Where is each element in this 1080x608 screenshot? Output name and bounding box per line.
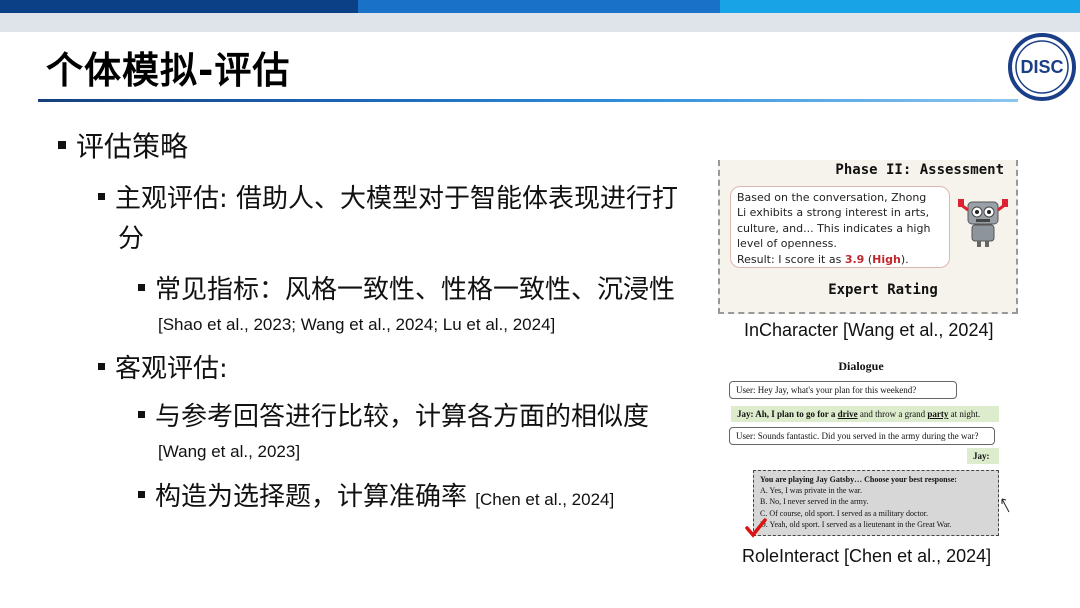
disc-logo: DISC	[1008, 33, 1076, 101]
incharacter-figure: Phase II: Assessment Based on the conver…	[718, 160, 1018, 314]
bullet-marker	[58, 141, 66, 149]
banner-segment-dark	[0, 0, 358, 13]
metrics-citation: [Shao et al., 2023; Wang et al., 2024; L…	[158, 315, 556, 334]
bullet-eval-strategy: 评估策略	[58, 130, 188, 164]
phase-heading: Phase II: Assessment	[835, 162, 1004, 178]
user-message-2: User: Sounds fantastic. Did you served i…	[729, 427, 995, 445]
choice-prompt: You are playing Jay Gatsby… Choose your …	[760, 475, 957, 484]
robot-icon	[958, 199, 1008, 247]
bullet-text: 客观评估:	[115, 354, 228, 384]
bubble-line: culture, and... This indicates a high	[737, 221, 931, 235]
keyword-drive: drive	[837, 409, 858, 419]
option-b: B. No, I never served in the army.	[760, 497, 869, 507]
slide-title: 个体模拟-评估	[46, 49, 291, 92]
result-line: Result: I score it as 3.9 (High).	[737, 252, 943, 267]
banner-segment-light	[720, 0, 1080, 13]
result-prefix: Result: I score it as	[737, 252, 845, 266]
multiple-choice-box: You are playing Jay Gatsby… Choose your …	[753, 470, 999, 536]
bullet-text: 与参考回答进行比较，计算各方面的相似度	[155, 402, 650, 432]
bubble-line: level of openness.	[737, 237, 837, 251]
bullet-compare: 与参考回答进行比较，计算各方面的相似度	[138, 400, 649, 434]
user-message-1: User: Hey Jay, what's your plan for this…	[729, 381, 957, 399]
banner-segment-mid	[358, 0, 720, 13]
assessment-bubble: Based on the conversation, Zhong Li exhi…	[730, 186, 950, 268]
jay-message-2: Jay:	[967, 448, 999, 464]
bullet-text: 主观评估: 借助人、大模型对于智能体表现进行打	[115, 184, 679, 214]
bullet-marker	[138, 491, 145, 498]
bubble-line: Li exhibits a strong interest in arts,	[737, 206, 930, 220]
option-a: A. Yes, I was private in the war.	[760, 486, 862, 496]
bullet-objective: 客观评估:	[98, 352, 228, 386]
incharacter-caption: InCharacter [Wang et al., 2024]	[744, 320, 994, 340]
bullet-marker	[98, 363, 105, 370]
jay-suffix: at night.	[948, 409, 981, 419]
bullet-text: 评估策略	[76, 130, 189, 163]
score-level: High	[872, 252, 901, 266]
roleinteract-caption: RoleInteract [Chen et al., 2024]	[742, 546, 992, 566]
jay-message-1: Jay: Ah, I plan to go for a drive and th…	[731, 406, 999, 422]
paren-open: (	[864, 252, 873, 266]
mcq-citation: [Chen et al., 2024]	[475, 490, 615, 509]
option-c: C. Of course, old sport. I served as a m…	[760, 508, 928, 518]
keyword-party: party	[927, 409, 949, 419]
expert-rating-label: Expert Rating	[828, 282, 938, 298]
bullet-subjective-cont: 分	[118, 224, 145, 254]
roleinteract-figure: Dialogue User: Hey Jay, what's your plan…	[725, 355, 1010, 540]
paren-close: ).	[900, 252, 909, 266]
bullet-text: 常见指标：风格一致性、性格一致性、沉浸性	[155, 275, 676, 305]
score-value: 3.9	[844, 252, 865, 266]
option-d: D. Yeah, old sport. I served as a lieute…	[760, 519, 952, 529]
compare-citation: [Wang et al., 2023]	[158, 442, 301, 461]
jay-prefix: Jay: Ah, I plan to go for a	[737, 409, 838, 419]
title-underline	[38, 99, 1018, 102]
checkmark-icon	[745, 518, 767, 538]
dialogue-heading: Dialogue	[838, 359, 884, 373]
cursor-arrow-icon	[1001, 498, 1010, 513]
bullet-marker	[138, 284, 145, 291]
top-banner	[0, 0, 1080, 32]
bullet-mcq: 构造为选择题，计算准确率 [Chen et al., 2024]	[138, 480, 614, 517]
bullet-marker	[98, 193, 105, 200]
bullet-metrics: 常见指标：风格一致性、性格一致性、沉浸性	[138, 273, 675, 307]
bullet-marker	[138, 411, 145, 418]
logo-text: DISC	[1020, 57, 1063, 77]
bullet-text: 构造为选择题，计算准确率	[155, 482, 468, 512]
jay-mid: and throw a grand	[857, 409, 928, 419]
bullet-subjective: 主观评估: 借助人、大模型对于智能体表现进行打	[98, 182, 678, 216]
bubble-line: Based on the conversation, Zhong	[737, 191, 927, 204]
